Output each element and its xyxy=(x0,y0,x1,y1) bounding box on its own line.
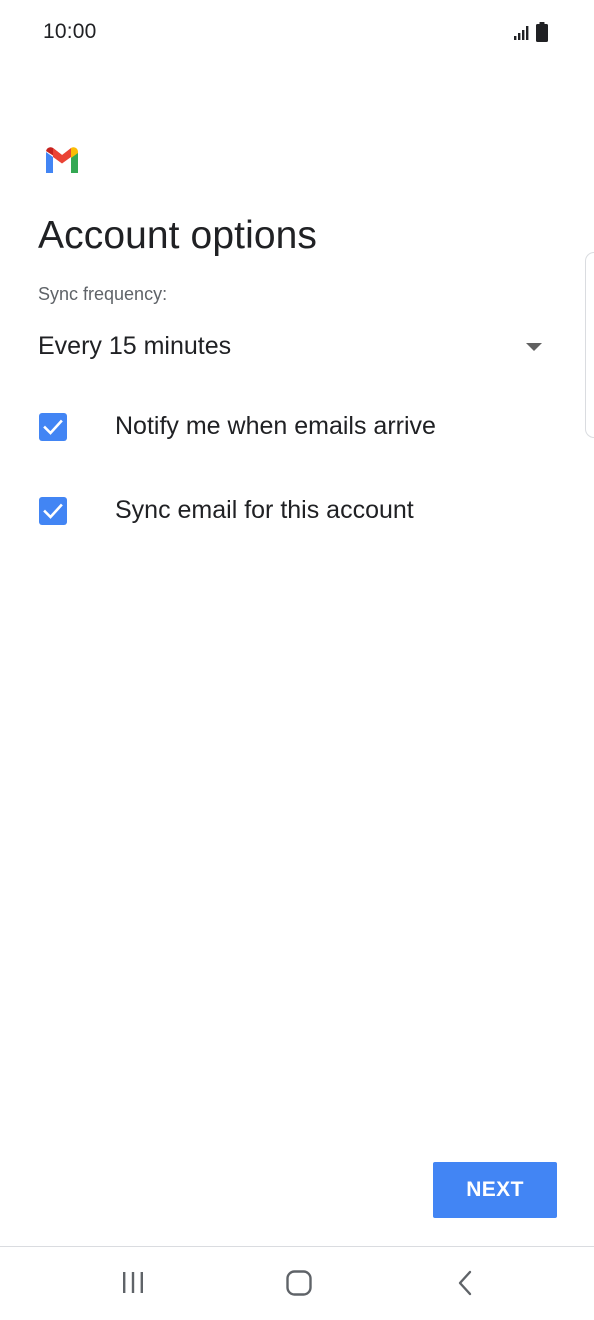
sync-email-checkbox[interactable] xyxy=(39,497,67,525)
status-bar: 10:00 xyxy=(0,0,594,68)
battery-icon xyxy=(536,22,548,42)
status-icons xyxy=(514,22,552,44)
status-time: 10:00 xyxy=(43,20,97,43)
checkmark-icon xyxy=(43,503,63,519)
sync-frequency-value: Every 15 minutes xyxy=(38,332,232,360)
sync-frequency-dropdown[interactable]: Every 15 minutes xyxy=(38,320,548,376)
checkmark-icon xyxy=(43,419,63,435)
signal-icon xyxy=(514,26,529,40)
dropdown-arrow-icon xyxy=(526,343,542,351)
back-icon xyxy=(458,1270,472,1296)
notify-label: Notify me when emails arrive xyxy=(115,412,436,440)
navigation-bar xyxy=(0,1247,594,1320)
notify-checkbox[interactable] xyxy=(39,413,67,441)
recents-icon xyxy=(123,1272,143,1293)
recents-button[interactable] xyxy=(113,1265,153,1301)
sync-email-option[interactable]: Sync email for this account xyxy=(38,483,548,539)
account-options-screen: 10:00 Account options Sync frequency: Ev… xyxy=(0,0,594,1320)
next-button[interactable]: NEXT xyxy=(433,1162,557,1218)
notify-option[interactable]: Notify me when emails arrive xyxy=(38,399,548,455)
home-icon xyxy=(286,1270,312,1296)
gmail-logo-icon xyxy=(46,147,78,173)
sync-email-label: Sync email for this account xyxy=(115,496,414,524)
edge-panel-handle[interactable] xyxy=(585,252,594,438)
sync-frequency-label: Sync frequency: xyxy=(38,284,168,304)
back-button[interactable] xyxy=(446,1265,486,1301)
page-title: Account options xyxy=(38,214,318,257)
home-button[interactable] xyxy=(279,1265,319,1301)
